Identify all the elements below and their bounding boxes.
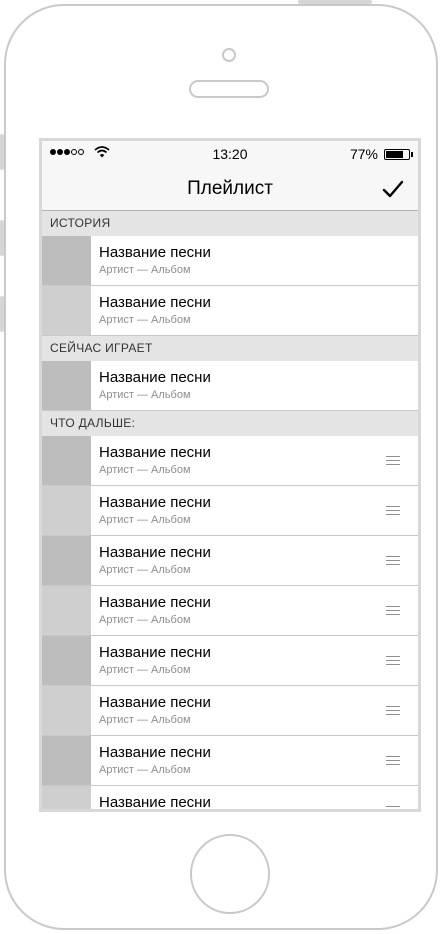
album-art-thumbnail bbox=[42, 636, 91, 685]
song-title: Название песни bbox=[99, 444, 211, 461]
section-header: СЕЙЧАС ИГРАЕТ bbox=[42, 336, 418, 361]
battery-percent: 77% bbox=[349, 146, 378, 162]
volume-up-button bbox=[0, 220, 4, 256]
reorder-handle-icon[interactable] bbox=[386, 456, 400, 465]
page-title: Плейлист bbox=[187, 178, 273, 199]
song-artist-album: Артист — Альбом bbox=[99, 614, 191, 626]
song-title: Название песни bbox=[99, 594, 211, 611]
album-art-thumbnail bbox=[42, 286, 91, 335]
song-artist-album: Артист — Альбом bbox=[99, 564, 191, 576]
song-row[interactable]: Название песни Артист — Альбом bbox=[42, 361, 418, 411]
playlist: ИСТОРИЯ Название песни Артист — Альбом Назв… bbox=[42, 211, 418, 811]
song-title: Название песни bbox=[99, 294, 211, 311]
song-artist-album: Артист — Альбом bbox=[99, 314, 191, 326]
battery-tip bbox=[411, 152, 413, 157]
earpiece-speaker bbox=[189, 80, 269, 98]
song-artist-album: Артист — Альбом bbox=[99, 264, 191, 276]
album-art-thumbnail bbox=[42, 436, 91, 485]
navigation-bar: Плейлист bbox=[42, 167, 418, 211]
song-row[interactable]: Название песниАртист — Альбом bbox=[42, 786, 418, 811]
song-row[interactable]: Название песни Артист — Альбом bbox=[42, 286, 418, 336]
song-artist-album: Артист — Альбом bbox=[99, 764, 191, 776]
song-artist-album: Артист — Альбом bbox=[99, 714, 191, 726]
song-row[interactable]: Название песни Артист — Альбом bbox=[42, 536, 418, 586]
song-row[interactable]: Название песни Артист — Альбом bbox=[42, 436, 418, 486]
mute-switch bbox=[0, 134, 4, 170]
front-camera bbox=[222, 48, 236, 62]
song-row[interactable]: Название песни Артист — Альбом bbox=[42, 586, 418, 636]
song-row[interactable]: Название песни Артист — Альбом bbox=[42, 686, 418, 736]
screen: 13:20 77% Плейлист ИСТОРИЯ Название песни… bbox=[39, 138, 421, 812]
album-art-thumbnail bbox=[42, 586, 91, 635]
song-row[interactable]: Название песни Артист — Альбом bbox=[42, 736, 418, 786]
reorder-handle-icon[interactable] bbox=[386, 606, 400, 615]
volume-down-button bbox=[0, 296, 4, 332]
album-art-thumbnail bbox=[42, 736, 91, 785]
home-button[interactable] bbox=[190, 834, 270, 914]
section-header: ЧТО ДАЛЬШЕ: bbox=[42, 411, 418, 436]
song-row[interactable]: Название песни Артист — Альбом bbox=[42, 486, 418, 536]
song-title: Название песни bbox=[99, 744, 211, 761]
status-bar: 13:20 77% bbox=[42, 141, 418, 167]
reorder-handle-icon[interactable] bbox=[386, 556, 400, 565]
song-artist-album: Артист — Альбом bbox=[99, 464, 191, 476]
song-artist-album: Артист — Альбом bbox=[99, 389, 191, 401]
album-art-thumbnail bbox=[42, 486, 91, 535]
album-art-thumbnail bbox=[42, 361, 91, 410]
song-title: Название песни bbox=[99, 494, 211, 511]
reorder-handle-icon[interactable] bbox=[386, 806, 400, 809]
song-title: Название песни bbox=[99, 544, 211, 561]
phone-frame: 13:20 77% Плейлист ИСТОРИЯ Название песни… bbox=[4, 4, 438, 930]
song-artist-album: Артист — Альбом bbox=[99, 514, 191, 526]
reorder-handle-icon[interactable] bbox=[386, 756, 400, 765]
song-title: Название песни bbox=[99, 369, 211, 386]
song-title: Название песни bbox=[99, 794, 211, 811]
album-art-thumbnail bbox=[42, 236, 91, 285]
album-art-thumbnail bbox=[42, 686, 91, 735]
song-artist-album: Артист — Альбом bbox=[99, 664, 191, 676]
album-art-thumbnail bbox=[42, 786, 91, 809]
reorder-handle-icon[interactable] bbox=[386, 656, 400, 665]
checkmark-icon[interactable] bbox=[382, 179, 404, 199]
battery-fill bbox=[386, 151, 403, 158]
section-header: ИСТОРИЯ bbox=[42, 211, 418, 236]
battery-icon bbox=[384, 149, 410, 160]
power-button bbox=[298, 0, 372, 4]
song-title: Название песни bbox=[99, 694, 211, 711]
album-art-thumbnail bbox=[42, 536, 91, 585]
song-row[interactable]: Название песни Артист — Альбом bbox=[42, 636, 418, 686]
reorder-handle-icon[interactable] bbox=[386, 706, 400, 715]
song-title: Название песни bbox=[99, 244, 211, 261]
reorder-handle-icon[interactable] bbox=[386, 506, 400, 515]
song-row[interactable]: Название песни Артист — Альбом bbox=[42, 236, 418, 286]
song-title: Название песни bbox=[99, 644, 211, 661]
